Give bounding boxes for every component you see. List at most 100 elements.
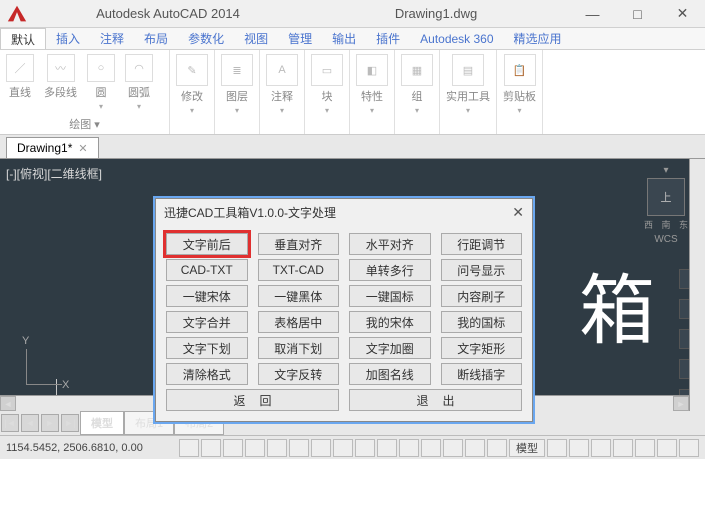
- otrack-icon[interactable]: [333, 439, 353, 457]
- single-to-multi-button[interactable]: 单转多行: [349, 259, 431, 281]
- file-tab-label: Drawing1*: [17, 141, 72, 155]
- tpy-icon[interactable]: [421, 439, 441, 457]
- minimize-button[interactable]: ―: [570, 0, 615, 28]
- properties-tool[interactable]: ◧特性▾: [356, 54, 388, 115]
- text-flip-button[interactable]: 文字反转: [258, 363, 340, 385]
- status-extra-4[interactable]: [613, 439, 633, 457]
- clear-format-button[interactable]: 清除格式: [166, 363, 248, 385]
- infer-icon[interactable]: [179, 439, 199, 457]
- guobiao-button[interactable]: 一键国标: [349, 285, 431, 307]
- status-extra-1[interactable]: [547, 439, 567, 457]
- close-button[interactable]: ✕: [660, 0, 705, 28]
- ucs-y-axis: [26, 349, 27, 385]
- status-extra-7[interactable]: [679, 439, 699, 457]
- 3dosnap-icon[interactable]: [311, 439, 331, 457]
- tab-a360[interactable]: Autodesk 360: [410, 28, 503, 49]
- tab-output[interactable]: 输出: [322, 28, 366, 49]
- line-tool[interactable]: ／直线: [6, 54, 34, 100]
- grid-icon[interactable]: [223, 439, 243, 457]
- file-tab[interactable]: Drawing1* ✕: [6, 137, 99, 158]
- horizontal-align-button[interactable]: 水平对齐: [349, 233, 431, 255]
- cad-to-txt-button[interactable]: CAD-TXT: [166, 259, 248, 281]
- layout-first-icon[interactable]: |◄: [1, 414, 19, 432]
- polar-icon[interactable]: [267, 439, 287, 457]
- back-button[interactable]: 返回: [166, 389, 339, 411]
- vertical-scrollbar[interactable]: [689, 159, 705, 411]
- status-bar: 1154.5452, 2506.6810, 0.00 模型: [0, 435, 705, 459]
- my-songti-button[interactable]: 我的宋体: [349, 311, 431, 333]
- status-extra-5[interactable]: [635, 439, 655, 457]
- group-tool[interactable]: ▦组▾: [401, 54, 433, 115]
- layout-next-icon[interactable]: ►: [41, 414, 59, 432]
- my-guobiao-button[interactable]: 我的国标: [441, 311, 523, 333]
- scroll-left-icon[interactable]: ◄: [0, 396, 16, 411]
- lwt-icon[interactable]: [399, 439, 419, 457]
- content-brush-button[interactable]: 内容刷子: [441, 285, 523, 307]
- status-extra-6[interactable]: [657, 439, 677, 457]
- layer-tool[interactable]: ≣图层▾: [221, 54, 253, 115]
- tab-insert[interactable]: 插入: [46, 28, 90, 49]
- songti-button[interactable]: 一键宋体: [166, 285, 248, 307]
- tab-annotate[interactable]: 注释: [90, 28, 134, 49]
- txt-to-cad-button[interactable]: TXT-CAD: [258, 259, 340, 281]
- text-circle-button[interactable]: 文字加圈: [349, 337, 431, 359]
- text-toolbox-dialog: 迅捷CAD工具箱V1.0.0-文字处理 ✕ 文字前后 垂直对齐 水平对齐 行距调…: [155, 198, 533, 422]
- app-logo[interactable]: [0, 0, 34, 28]
- tab-parametric[interactable]: 参数化: [178, 28, 234, 49]
- dyn-icon[interactable]: [377, 439, 397, 457]
- viewcube-compass[interactable]: 西南东: [644, 218, 688, 232]
- layout-prev-icon[interactable]: ◄: [21, 414, 39, 432]
- exit-button[interactable]: 退出: [349, 389, 522, 411]
- tab-featured[interactable]: 精选应用: [504, 28, 572, 49]
- qp-icon[interactable]: [443, 439, 463, 457]
- layout-tab-model[interactable]: 模型: [80, 411, 124, 435]
- tab-manage[interactable]: 管理: [278, 28, 322, 49]
- polyline-tool[interactable]: 〰多段线: [44, 54, 77, 100]
- sc-icon[interactable]: [465, 439, 485, 457]
- snap-icon[interactable]: [201, 439, 221, 457]
- table-center-button[interactable]: 表格居中: [258, 311, 340, 333]
- break-insert-button[interactable]: 断线插字: [441, 363, 523, 385]
- file-tab-close-icon[interactable]: ✕: [78, 142, 87, 155]
- modify-tool[interactable]: ✎修改▾: [176, 54, 208, 115]
- ducs-icon[interactable]: [355, 439, 375, 457]
- arc-tool[interactable]: ◠圆弧▾: [125, 54, 153, 111]
- annotate-tool[interactable]: A注释▾: [266, 54, 298, 115]
- maximize-button[interactable]: □: [615, 0, 660, 28]
- coordinates: 1154.5452, 2506.6810, 0.00: [6, 442, 143, 454]
- tab-layout[interactable]: 布局: [134, 28, 178, 49]
- add-name-line-button[interactable]: 加图名线: [349, 363, 431, 385]
- heiti-button[interactable]: 一键黑体: [258, 285, 340, 307]
- circle-tool[interactable]: ○圆▾: [87, 54, 115, 111]
- viewport-label[interactable]: [-][俯视][二维线框]: [6, 165, 102, 182]
- tab-plugins[interactable]: 插件: [366, 28, 410, 49]
- block-tool[interactable]: ▭块▾: [311, 54, 343, 115]
- utilities-tool[interactable]: ▤实用工具▾: [446, 54, 490, 115]
- ortho-icon[interactable]: [245, 439, 265, 457]
- layout-last-icon[interactable]: ►|: [61, 414, 79, 432]
- vertical-align-button[interactable]: 垂直对齐: [258, 233, 340, 255]
- tab-view[interactable]: 视图: [234, 28, 278, 49]
- dialog-close-icon[interactable]: ✕: [512, 204, 524, 221]
- clipboard-tool[interactable]: 📋剪贴板▾: [503, 54, 536, 115]
- wcs-label: WCS: [654, 234, 677, 245]
- status-extra-2[interactable]: [569, 439, 589, 457]
- ucs-x-label: X: [62, 379, 69, 391]
- text-rect-button[interactable]: 文字矩形: [441, 337, 523, 359]
- status-extra-3[interactable]: [591, 439, 611, 457]
- viewcube-face[interactable]: 上: [647, 178, 685, 216]
- question-mark-button[interactable]: 问号显示: [441, 259, 523, 281]
- line-spacing-button[interactable]: 行距调节: [441, 233, 523, 255]
- text-merge-button[interactable]: 文字合并: [166, 311, 248, 333]
- am-icon[interactable]: [487, 439, 507, 457]
- underline-button[interactable]: 文字下划: [166, 337, 248, 359]
- scroll-right-icon[interactable]: ►: [673, 396, 689, 411]
- text-prefix-suffix-button[interactable]: 文字前后: [166, 233, 248, 255]
- osnap-icon[interactable]: [289, 439, 309, 457]
- viewcube[interactable]: ▾ 上 西南东 WCS: [639, 165, 693, 245]
- remove-underline-button[interactable]: 取消下划: [258, 337, 340, 359]
- app-title: Autodesk AutoCAD 2014: [34, 6, 302, 21]
- tab-default[interactable]: 默认: [0, 28, 46, 49]
- model-space-button[interactable]: 模型: [509, 439, 545, 457]
- group-draw-label: 绘图 ▾: [6, 114, 163, 132]
